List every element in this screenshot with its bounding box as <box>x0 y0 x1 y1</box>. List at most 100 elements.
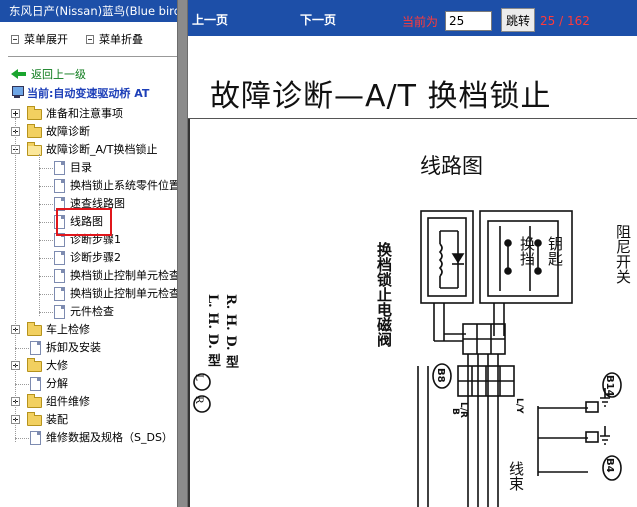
menu-expand-label: 菜单展开 <box>24 33 68 46</box>
document-icon <box>54 269 65 283</box>
tree-item[interactable]: 换档锁止控制单元检查 <box>0 268 177 284</box>
circle-r-label: R <box>193 396 204 404</box>
plus-toggle-icon[interactable] <box>11 109 20 118</box>
tree-item-label: 装配 <box>46 413 68 426</box>
shift-label: 换挡 <box>518 236 536 266</box>
tree-connector <box>39 294 53 295</box>
tree-guide-line <box>15 118 16 442</box>
tree-item[interactable]: 诊断步骤2 <box>0 250 177 266</box>
tree-item-label: 维修数据及规格（S_DS） <box>46 431 173 444</box>
tree-item[interactable]: 元件检查 <box>0 304 177 320</box>
prev-page-button[interactable]: 上一页 <box>192 12 228 28</box>
tree-connector <box>39 258 53 259</box>
tree-item[interactable]: 准备和注意事项 <box>0 106 177 122</box>
tree-item-label: 元件检查 <box>70 305 114 318</box>
tree-item-label: 故障诊断_A/T换档锁止 <box>46 143 158 156</box>
tree-item-label: 车上检修 <box>46 323 90 336</box>
tree-item[interactable]: 故障诊断 <box>0 124 177 140</box>
tree-connector <box>15 348 29 349</box>
wiring-label: 线束 <box>507 461 525 491</box>
menu-expand-button[interactable]: 菜单展开 <box>11 33 68 47</box>
park-switch-label: 阻尼开关 <box>614 224 632 284</box>
connector-b8-label: B8 <box>435 368 446 383</box>
circle-l-label: L <box>193 374 204 381</box>
folder-icon <box>27 106 42 120</box>
folder-icon <box>27 322 42 336</box>
tree-item-label: 准备和注意事项 <box>46 107 123 120</box>
computer-icon <box>11 86 24 99</box>
tree-item[interactable]: 拆卸及安装 <box>0 340 177 356</box>
tree-item[interactable]: 换档锁止系统零件位置 <box>0 178 177 194</box>
document-icon <box>30 341 41 355</box>
diode-symbol <box>451 253 465 264</box>
tree-connector <box>39 186 53 187</box>
tree-item[interactable]: 车上检修 <box>0 322 177 338</box>
navigation-pane: 东风日产(Nissan)蓝鸟(Blue bird) 菜单展开 菜单折叠 返回上一… <box>0 0 177 507</box>
tree-connector <box>15 438 29 439</box>
connector-b4-label: B4 <box>604 458 615 473</box>
back-link[interactable]: 返回上一级 <box>11 68 86 82</box>
tree-guide-line <box>39 154 40 316</box>
tree-item[interactable]: 故障诊断_A/T换档锁止 <box>0 142 177 158</box>
expand-all-icon <box>11 35 19 44</box>
goto-button[interactable]: 跳转 <box>501 8 535 32</box>
wiring-diagram <box>193 210 622 507</box>
collapse-all-icon <box>86 35 94 44</box>
tree-item-label: 诊断步骤2 <box>70 251 121 264</box>
wire-ly-label: L/Y <box>514 398 524 414</box>
page-number-input[interactable] <box>445 11 492 31</box>
folder-icon <box>27 394 42 408</box>
tree-item[interactable]: 大修 <box>0 358 177 374</box>
folder-icon <box>27 412 42 426</box>
tree-connector <box>15 384 29 385</box>
tree-item[interactable]: 目录 <box>0 160 177 176</box>
tree-item-label: 拆卸及安装 <box>46 341 101 354</box>
coil-symbol <box>438 243 443 277</box>
tree-item[interactable]: 维修数据及规格（S_DS） <box>0 430 177 446</box>
menu-collapse-label: 菜单折叠 <box>99 33 143 46</box>
tree-item-label: 分解 <box>46 377 68 390</box>
tree-item[interactable]: 分解 <box>0 376 177 392</box>
document-viewer[interactable]: 故障诊断—A/T 换档锁止 线路图 换档锁止电磁阀 换挡 钥匙 阻尼开关 L. … <box>188 36 637 507</box>
tree-connector <box>39 276 53 277</box>
back-link-label: 返回上一级 <box>31 68 86 81</box>
tree-item-label: 换档锁止系统零件位置 <box>70 179 177 192</box>
rhd-label: R. H. D. 型 <box>223 294 238 369</box>
tree-item-label: 大修 <box>46 359 68 372</box>
pane-splitter[interactable] <box>177 0 188 507</box>
folder-icon <box>27 124 42 138</box>
tree-item-label: 目录 <box>70 161 92 174</box>
tree-item[interactable]: 装配 <box>0 412 177 428</box>
tree-connector <box>39 168 53 169</box>
tree-item[interactable]: 组件维修 <box>0 394 177 410</box>
document-icon <box>30 377 41 391</box>
tree-connector <box>39 204 53 205</box>
key-label: 钥匙 <box>546 236 564 266</box>
tree-item-label: 换档锁止控制单元检查 <box>70 287 177 300</box>
tree-connector <box>39 312 53 313</box>
lhd-label: L. H. D. 型 <box>205 294 220 367</box>
tree-item[interactable]: 换档锁止控制单元检查 <box>0 286 177 302</box>
solenoid-label: 换档锁止电磁阀 <box>375 242 393 347</box>
connector-b14-label: B14 <box>604 375 615 397</box>
current-location-label: 当前:自动变速驱动桥 AT <box>27 87 150 100</box>
document-icon <box>54 179 65 193</box>
page-toolbar: 上一页 下一页 当前为 跳转 25 / 162 <box>188 0 637 36</box>
current-location: 当前:自动变速驱动桥 AT <box>11 86 149 101</box>
page-count: 25 / 162 <box>540 14 590 28</box>
next-page-button[interactable]: 下一页 <box>300 12 336 28</box>
document-icon <box>54 251 65 265</box>
document-icon <box>54 161 65 175</box>
window-title: 东风日产(Nissan)蓝鸟(Blue bird) <box>0 0 177 22</box>
menu-collapse-button[interactable]: 菜单折叠 <box>86 33 143 47</box>
selection-highlight <box>56 208 112 236</box>
document-icon <box>54 305 65 319</box>
tree-connector <box>39 240 53 241</box>
tree-item-label: 组件维修 <box>46 395 90 408</box>
tree-item-label: 故障诊断 <box>46 125 90 138</box>
wire-lr-label: L/R <box>458 402 468 418</box>
back-arrow-icon <box>11 69 27 79</box>
tree-item-label: 换档锁止控制单元检查 <box>70 269 177 282</box>
current-page-label: 当前为 <box>402 15 439 29</box>
folder-icon <box>27 358 42 372</box>
